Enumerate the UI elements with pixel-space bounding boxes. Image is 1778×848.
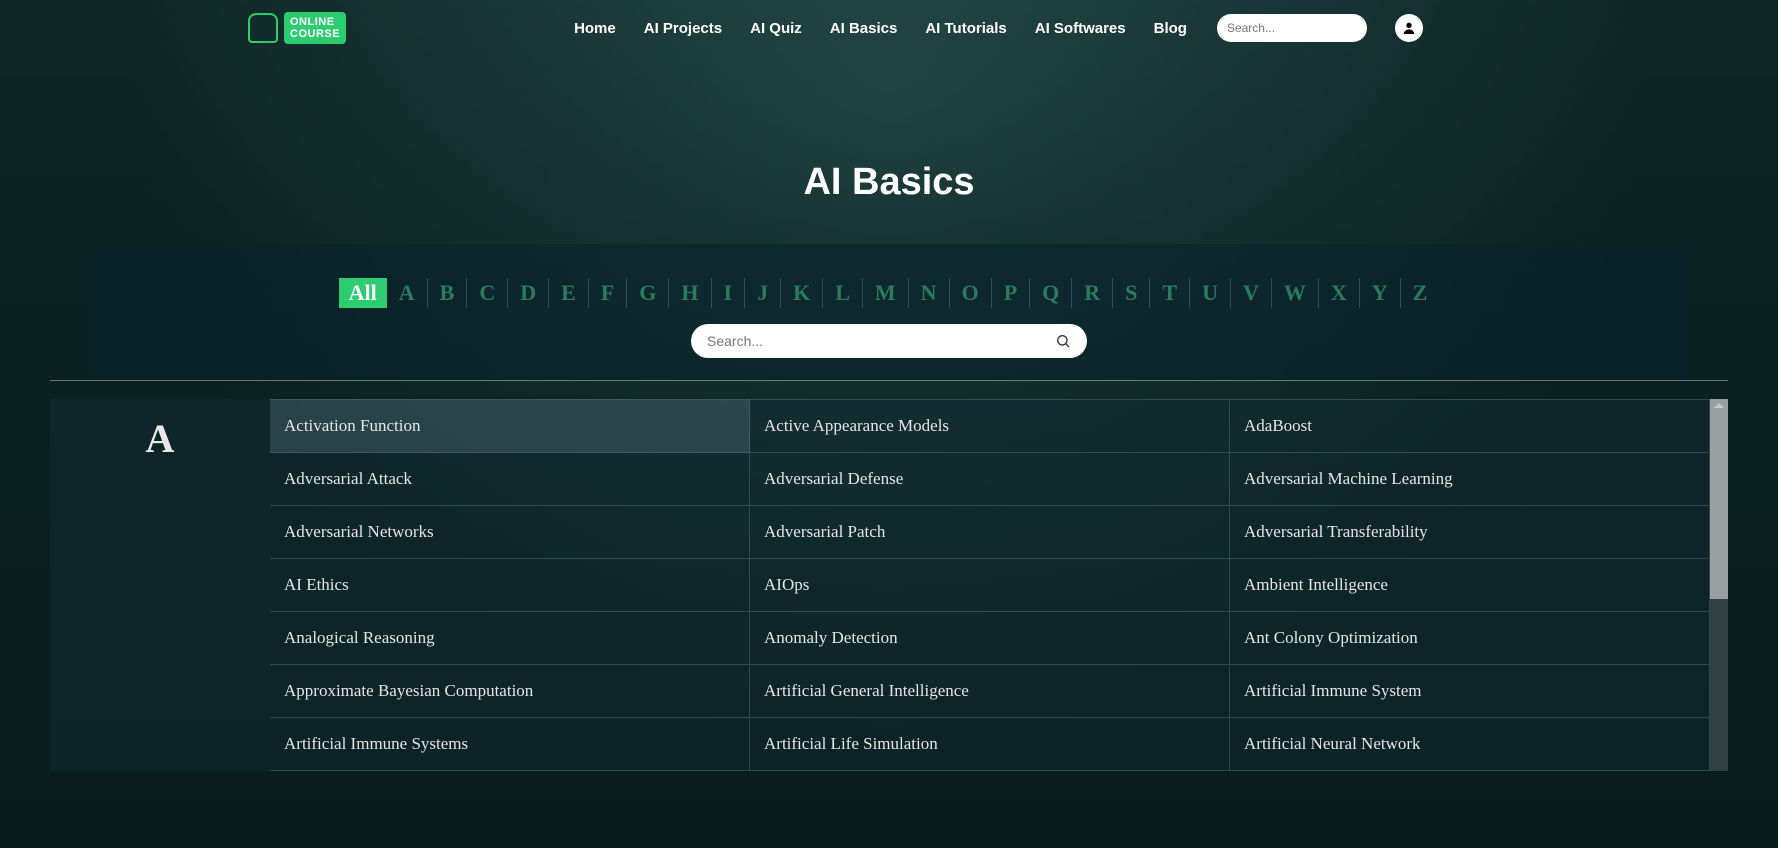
alpha-filter-d[interactable]: D <box>508 278 549 308</box>
term-link[interactable]: Active Appearance Models <box>750 399 1230 453</box>
term-link[interactable]: Approximate Bayesian Computation <box>270 665 750 718</box>
nav-link-ai-projects[interactable]: AI Projects <box>644 20 722 37</box>
alpha-filter-u[interactable]: U <box>1190 278 1231 308</box>
section-letter: A <box>50 415 270 462</box>
term-link[interactable]: Anomaly Detection <box>750 612 1230 665</box>
term-link[interactable]: Ambient Intelligence <box>1230 559 1710 612</box>
alpha-filter-k[interactable]: K <box>781 278 823 308</box>
alpha-filter-m[interactable]: M <box>863 278 909 308</box>
header-search-input[interactable] <box>1227 21 1382 35</box>
alpha-filter-z[interactable]: Z <box>1401 278 1440 308</box>
term-link[interactable]: AIOps <box>750 559 1230 612</box>
user-icon <box>1401 20 1417 36</box>
nav-link-home[interactable]: Home <box>574 20 616 37</box>
alpha-filter-h[interactable]: H <box>669 278 711 308</box>
term-link[interactable]: Activation Function <box>270 399 750 453</box>
alpha-filter-b[interactable]: B <box>428 278 468 308</box>
term-link[interactable]: AdaBoost <box>1230 399 1710 453</box>
glossary-search-input[interactable] <box>707 333 1055 349</box>
glossary-content: A Activation FunctionActive Appearance M… <box>50 399 1728 771</box>
term-link[interactable]: AI Ethics <box>270 559 750 612</box>
alpha-filter-t[interactable]: T <box>1150 278 1190 308</box>
glossary-search[interactable] <box>691 324 1087 358</box>
nav-link-ai-basics[interactable]: AI Basics <box>830 20 898 37</box>
term-link[interactable]: Artificial Immune System <box>1230 665 1710 718</box>
alpha-filter-i[interactable]: I <box>712 278 746 308</box>
alpha-filter-n[interactable]: N <box>909 278 950 308</box>
terms-grid: Activation FunctionActive Appearance Mod… <box>270 399 1710 771</box>
alpha-filter-y[interactable]: Y <box>1360 278 1401 308</box>
header-search[interactable] <box>1217 14 1367 42</box>
alpha-filter-r[interactable]: R <box>1072 278 1113 308</box>
nav-link-blog[interactable]: Blog <box>1154 20 1187 37</box>
brain-icon <box>248 13 278 43</box>
term-link[interactable]: Artificial Immune Systems <box>270 718 750 771</box>
alpha-filter-p[interactable]: P <box>992 278 1030 308</box>
alpha-filter-q[interactable]: Q <box>1030 278 1072 308</box>
term-link[interactable]: Adversarial Patch <box>750 506 1230 559</box>
alpha-filter-l[interactable]: L <box>823 278 863 308</box>
alpha-filter-f[interactable]: F <box>589 278 627 308</box>
nav-link-ai-quiz[interactable]: AI Quiz <box>750 20 802 37</box>
term-link[interactable]: Artificial Neural Network <box>1230 718 1710 771</box>
site-header: ONLINE COURSE Home AI Projects AI Quiz AI B… <box>0 0 1778 56</box>
divider <box>50 380 1728 381</box>
alpha-filter-j[interactable]: J <box>745 278 781 308</box>
glossary-panel: AllABCDEFGHIJKLMNOPQRSTUVWXYZ <box>90 244 1688 381</box>
scrollbar[interactable] <box>1710 399 1728 771</box>
logo-line2: COURSE <box>290 28 340 40</box>
nav-link-ai-tutorials[interactable]: AI Tutorials <box>925 20 1006 37</box>
scrollbar-thumb[interactable] <box>1710 399 1728 599</box>
page-title: AI Basics <box>0 161 1778 204</box>
alpha-filter-c[interactable]: C <box>467 278 508 308</box>
alpha-filter-e[interactable]: E <box>549 278 589 308</box>
alphabet-nav: AllABCDEFGHIJKLMNOPQRSTUVWXYZ <box>90 278 1688 308</box>
term-link[interactable]: Adversarial Attack <box>270 453 750 506</box>
site-logo[interactable]: ONLINE COURSE <box>240 8 354 48</box>
term-link[interactable]: Ant Colony Optimization <box>1230 612 1710 665</box>
alpha-filter-o[interactable]: O <box>950 278 992 308</box>
term-link[interactable]: Adversarial Machine Learning <box>1230 453 1710 506</box>
alpha-filter-a[interactable]: A <box>387 278 428 308</box>
alpha-filter-x[interactable]: X <box>1319 278 1360 308</box>
term-link[interactable]: Artificial General Intelligence <box>750 665 1230 718</box>
term-link[interactable]: Analogical Reasoning <box>270 612 750 665</box>
user-avatar[interactable] <box>1395 14 1423 42</box>
search-icon[interactable] <box>1055 333 1071 349</box>
section-letter-col: A <box>50 399 270 771</box>
alpha-filter-v[interactable]: V <box>1231 278 1272 308</box>
term-link[interactable]: Adversarial Defense <box>750 453 1230 506</box>
glossary-inner: A Activation FunctionActive Appearance M… <box>50 399 1710 771</box>
term-link[interactable]: Adversarial Networks <box>270 506 750 559</box>
alpha-filter-all[interactable]: All <box>339 278 387 308</box>
term-link[interactable]: Artificial Life Simulation <box>750 718 1230 771</box>
nav-link-ai-softwares[interactable]: AI Softwares <box>1035 20 1126 37</box>
alpha-filter-s[interactable]: S <box>1113 278 1150 308</box>
term-link[interactable]: Adversarial Transferability <box>1230 506 1710 559</box>
alpha-filter-g[interactable]: G <box>627 278 669 308</box>
primary-nav: Home AI Projects AI Quiz AI Basics AI Tutori… <box>574 20 1187 37</box>
logo-line1: ONLINE <box>290 16 340 28</box>
logo-text: ONLINE COURSE <box>284 12 346 44</box>
alpha-filter-w[interactable]: W <box>1272 278 1319 308</box>
